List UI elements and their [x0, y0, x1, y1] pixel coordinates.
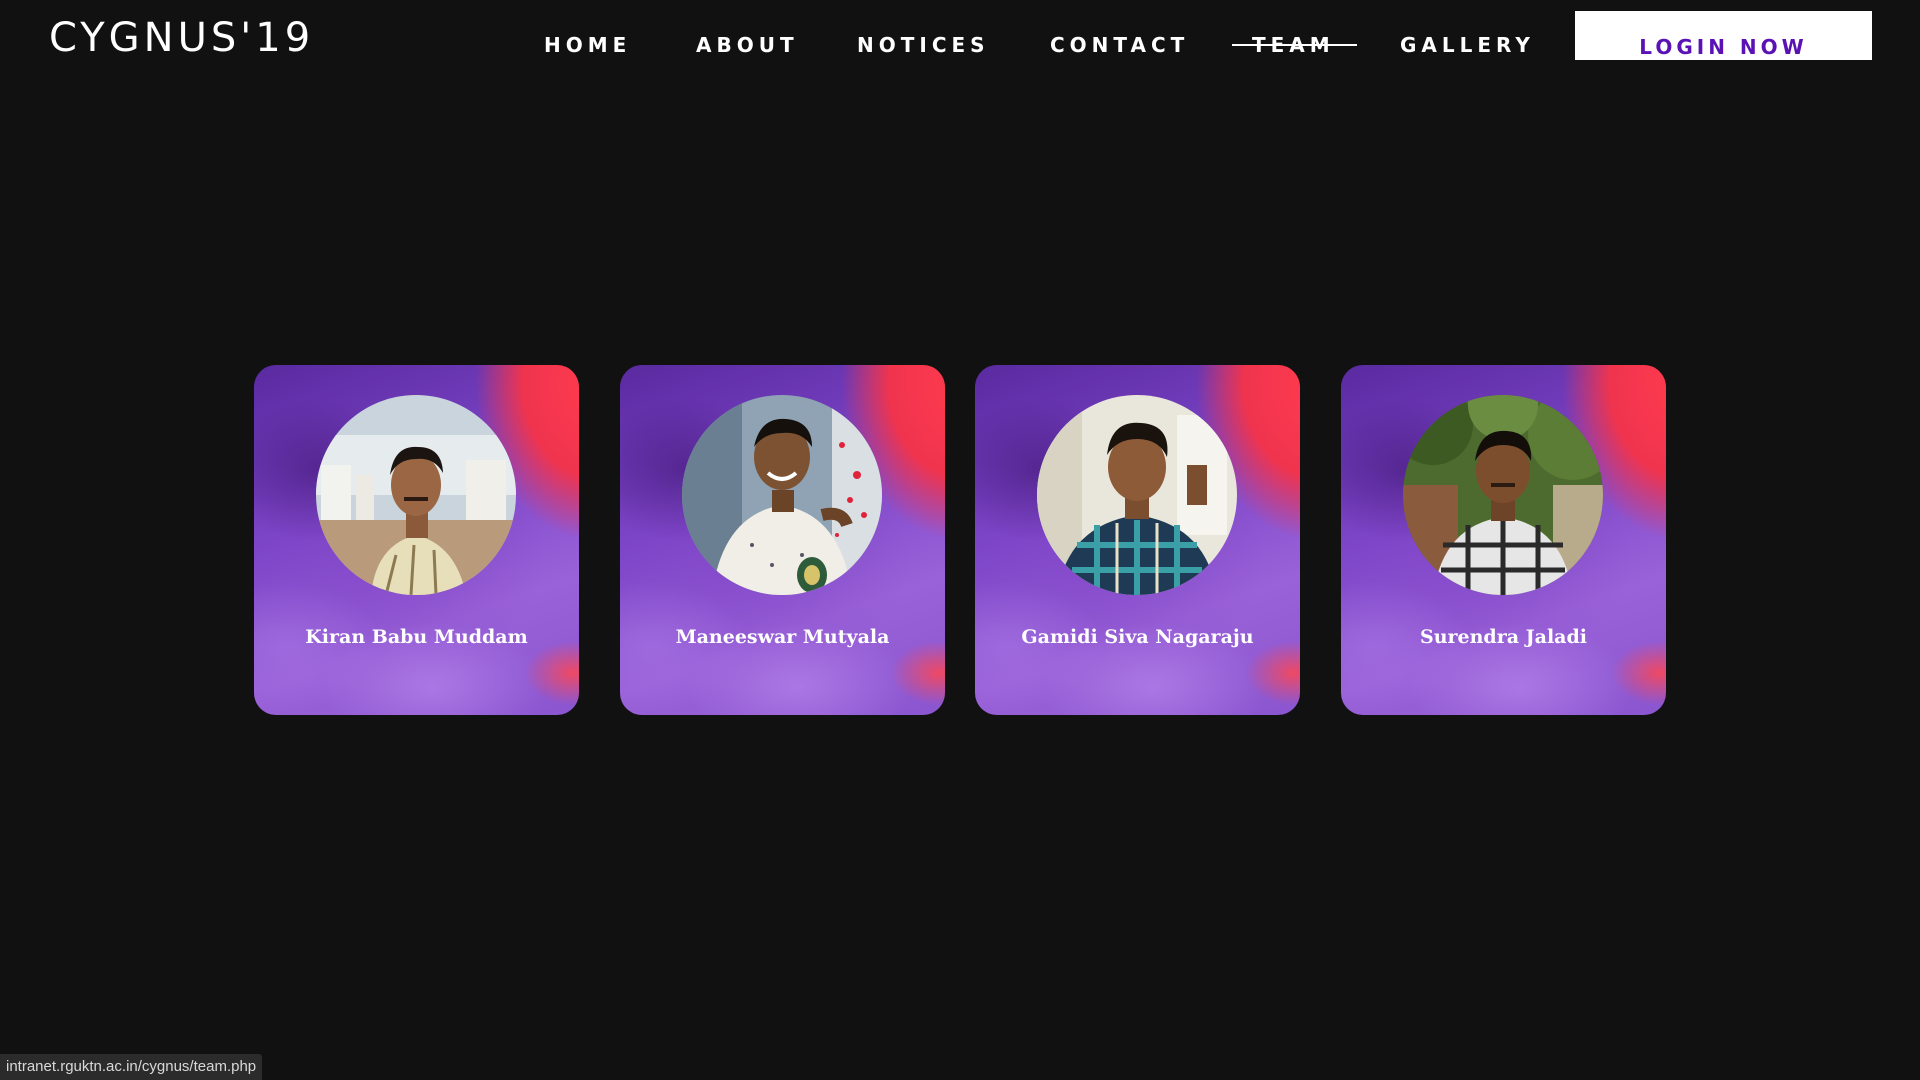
nav-home[interactable]: HOME [544, 30, 631, 60]
active-strike-line [1232, 44, 1357, 46]
member-name: Kiran Babu Muddam [305, 626, 528, 648]
page: CYGNUS'19 HOME ABOUT NOTICES CONTACT TEA… [0, 0, 1920, 1080]
team-card[interactable]: Maneeswar Mutyala [620, 365, 945, 715]
member-photo [1037, 395, 1237, 595]
login-now-button[interactable]: LOGIN NOW [1575, 11, 1872, 60]
member-photo [682, 395, 882, 595]
team-card[interactable]: Kiran Babu Muddam [254, 365, 579, 715]
status-bar-url: intranet.rguktn.ac.in/cygnus/team.php [0, 1054, 263, 1080]
member-name: Maneeswar Mutyala [675, 626, 890, 648]
nav-about[interactable]: ABOUT [696, 30, 799, 60]
team-card[interactable]: Surendra Jaladi [1341, 365, 1666, 715]
nav-gallery[interactable]: GALLERY [1400, 30, 1535, 60]
member-name: Gamidi Siva Nagaraju [1021, 626, 1254, 648]
nav-notices[interactable]: NOTICES [857, 30, 990, 60]
member-photo [1403, 395, 1603, 595]
nav-team[interactable]: TEAM [1232, 30, 1357, 60]
team-card[interactable]: Gamidi Siva Nagaraju [975, 365, 1300, 715]
member-name: Surendra Jaladi [1419, 626, 1587, 648]
site-logo[interactable]: CYGNUS'19 [49, 10, 314, 66]
member-photo [316, 395, 516, 595]
nav-contact[interactable]: CONTACT [1050, 30, 1189, 60]
